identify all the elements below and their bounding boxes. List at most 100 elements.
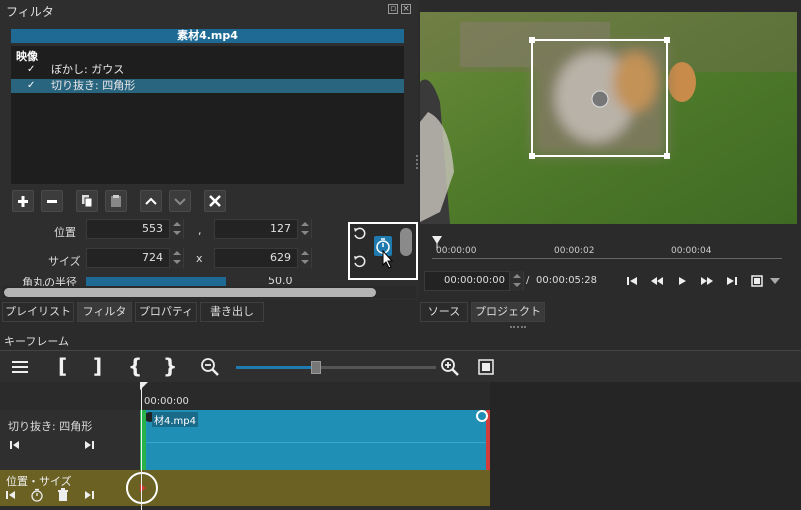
time-separator: / bbox=[526, 275, 530, 286]
radius-label: 角丸の半径 bbox=[22, 277, 77, 286]
zoom-fit-icon[interactable] bbox=[477, 358, 495, 376]
keyframes-toolbar: [ ] { } bbox=[0, 350, 801, 382]
zoom-in-icon[interactable] bbox=[440, 357, 460, 377]
clip-name-bar: 素材4.mp4 bbox=[11, 29, 404, 43]
move-up-icon bbox=[145, 197, 157, 205]
ruler-label: 00:00:00 bbox=[436, 246, 477, 256]
reset-icon[interactable] bbox=[352, 226, 366, 240]
popup-scrollbar[interactable] bbox=[400, 228, 412, 256]
set-filter-start-icon[interactable]: { bbox=[128, 354, 142, 378]
total-duration: 00:00:05:28 bbox=[536, 275, 598, 286]
close-icon[interactable]: × bbox=[401, 4, 411, 14]
skip-previous-icon[interactable] bbox=[626, 275, 638, 287]
set-filter-end-icon[interactable]: } bbox=[163, 354, 177, 378]
size-label: サイズ bbox=[48, 255, 81, 268]
filter-checkbox[interactable]: ✓ bbox=[27, 79, 35, 93]
add-icon bbox=[18, 196, 28, 207]
track-name: 切り抜き: 四角形 bbox=[8, 420, 93, 433]
filter-item-blur[interactable]: ✓ ぼかし: ガウス bbox=[11, 63, 404, 77]
set-out-point-icon[interactable]: ] bbox=[93, 354, 102, 378]
filter-list[interactable]: 映像 ✓ ぼかし: ガウス ✓ 切り抜き: 四角形 bbox=[11, 46, 404, 184]
tab-filter[interactable]: フィルタ bbox=[77, 302, 132, 322]
set-in-point-icon[interactable]: [ bbox=[58, 354, 67, 378]
video-preview[interactable] bbox=[420, 12, 797, 224]
spinner-icon[interactable] bbox=[509, 271, 523, 291]
deselect-button[interactable] bbox=[204, 190, 226, 212]
panel-title: フィルタ bbox=[6, 5, 54, 19]
mouse-cursor-icon bbox=[382, 250, 394, 269]
next-keyframe-icon[interactable] bbox=[84, 440, 94, 450]
clip-label: 材4.mp4 bbox=[152, 412, 198, 427]
ruler-time: 00:00:00 bbox=[144, 396, 189, 407]
radius-slider-fill[interactable] bbox=[86, 277, 226, 286]
filter-list-header: 映像 bbox=[16, 50, 38, 63]
tab-export[interactable]: 書き出し bbox=[200, 302, 264, 322]
position-y-input[interactable]: 127 bbox=[214, 219, 312, 239]
keyframe-mode-popup bbox=[348, 222, 418, 280]
previous-keyframe-icon[interactable] bbox=[6, 490, 16, 500]
spinner-icon[interactable] bbox=[297, 248, 311, 268]
deselect-icon bbox=[209, 195, 221, 207]
play-icon[interactable] bbox=[677, 275, 687, 287]
keyframe-handle[interactable] bbox=[476, 410, 488, 422]
zoom-out-icon[interactable] bbox=[200, 357, 220, 377]
size-height-input[interactable]: 629 bbox=[214, 248, 312, 268]
position-separator: , bbox=[198, 224, 202, 237]
size-separator: x bbox=[196, 252, 203, 265]
tab-project[interactable]: プロジェクト bbox=[471, 302, 545, 322]
tab-properties[interactable]: プロパティ bbox=[135, 302, 197, 322]
move-up-button[interactable] bbox=[140, 190, 162, 212]
fast-forward-icon[interactable] bbox=[700, 275, 714, 287]
spinner-icon[interactable] bbox=[169, 219, 183, 239]
spinner-icon[interactable] bbox=[297, 219, 311, 239]
copy-filter-button[interactable] bbox=[76, 190, 98, 212]
spinner-icon[interactable] bbox=[169, 248, 183, 268]
float-icon[interactable]: ▫ bbox=[388, 4, 398, 14]
current-time-input[interactable]: 00:00:00:00 bbox=[424, 271, 524, 291]
skip-next-icon[interactable] bbox=[726, 275, 738, 287]
next-keyframe-icon[interactable] bbox=[84, 490, 94, 500]
filter-checkbox[interactable]: ✓ bbox=[27, 63, 35, 77]
tab-playlist[interactable]: プレイリスト bbox=[2, 302, 74, 322]
timeline-empty-area bbox=[490, 382, 801, 510]
stopwatch-icon[interactable] bbox=[30, 488, 44, 502]
filter-label: ぼかし: ガウス bbox=[51, 63, 125, 76]
position-x-input[interactable]: 553 bbox=[86, 219, 184, 239]
filter-item-crop[interactable]: ✓ 切り抜き: 四角形 bbox=[11, 79, 404, 93]
zoom-slider-handle[interactable] bbox=[311, 361, 321, 374]
radius-value: 50.0 bbox=[268, 277, 293, 286]
zoom-slider[interactable] bbox=[236, 361, 436, 374]
remove-filter-button[interactable] bbox=[41, 190, 63, 212]
keyframe-ruler[interactable]: 00:00:00 bbox=[140, 382, 490, 410]
tab-source[interactable]: ソース bbox=[420, 302, 468, 322]
chevron-down-icon[interactable] bbox=[770, 278, 780, 284]
splitter-handle[interactable] bbox=[416, 155, 419, 169]
reset-icon[interactable] bbox=[352, 254, 366, 268]
paste-icon bbox=[111, 195, 121, 207]
size-width-input[interactable]: 724 bbox=[86, 248, 184, 268]
move-down-button[interactable] bbox=[169, 190, 191, 212]
fullscreen-icon[interactable] bbox=[750, 274, 764, 288]
horizontal-scrollbar[interactable] bbox=[2, 286, 416, 298]
player-ruler[interactable]: 00:00:00 00:00:02 00:00:04 bbox=[424, 236, 784, 262]
timeline-playhead[interactable] bbox=[141, 382, 142, 510]
filter-label: 切り抜き: 四角形 bbox=[51, 79, 136, 92]
parameter-keyframe-track[interactable]: 位置・サイズ bbox=[0, 470, 490, 506]
trash-icon[interactable] bbox=[56, 488, 70, 502]
ruler-label: 00:00:04 bbox=[671, 246, 712, 256]
splitter-handle[interactable] bbox=[510, 326, 526, 328]
move-down-icon bbox=[174, 198, 186, 206]
filter-track-clip[interactable]: 材4.mp4 bbox=[140, 410, 490, 470]
copy-icon bbox=[82, 195, 93, 208]
video-frame-image bbox=[420, 12, 797, 224]
keyframes-panel-title: キーフレーム bbox=[4, 335, 70, 348]
player-controls: 00:00:00 00:00:02 00:00:04 00:00:00:00 /… bbox=[420, 226, 801, 296]
add-filter-button[interactable] bbox=[12, 190, 34, 212]
scrollbar-thumb[interactable] bbox=[4, 288, 376, 297]
previous-keyframe-icon[interactable] bbox=[10, 440, 20, 450]
position-label: 位置 bbox=[54, 226, 76, 239]
menu-icon[interactable] bbox=[12, 360, 28, 374]
rewind-icon[interactable] bbox=[650, 275, 664, 287]
paste-filter-button[interactable] bbox=[105, 190, 127, 212]
parameter-name: 位置・サイズ bbox=[6, 475, 72, 488]
